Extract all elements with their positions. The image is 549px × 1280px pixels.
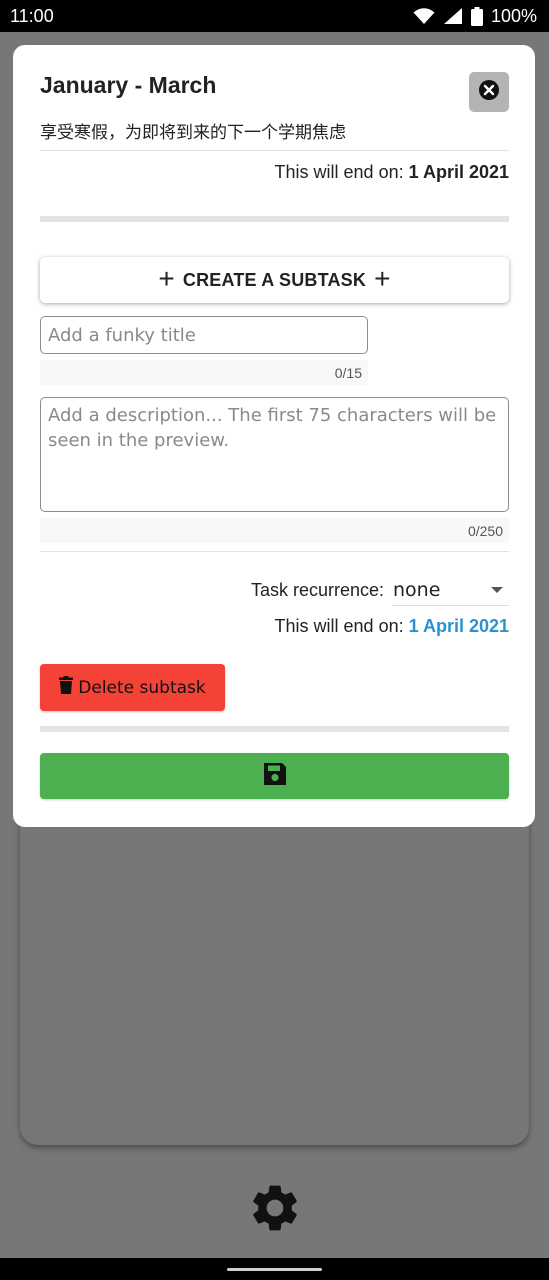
home-handle[interactable] [227,1267,322,1271]
task-end-line: This will end on: 1 April 2021 [275,162,509,183]
dialog-title: January - March [40,72,217,98]
trash-icon [59,676,74,699]
subtask-title-input[interactable] [40,316,368,354]
delete-subtask-label: Delete subtask [78,677,206,698]
task-end-date: 1 April 2021 [408,162,509,182]
section-divider [40,216,509,222]
navigation-bar [0,1258,549,1280]
recurrence-row: Task recurrence: none [251,574,509,606]
delete-subtask-button[interactable]: Delete subtask [40,664,225,711]
dialog-subtitle: 享受寒假，为即将到来的下一个学期焦虑 [40,123,346,143]
battery-icon [470,6,483,26]
bottom-bar [0,1160,549,1260]
plus-icon: + [374,262,391,294]
plus-icon: + [158,262,175,294]
floppy-disk-icon [262,761,288,792]
close-icon [478,79,500,106]
dropdown-arrow-icon [491,586,503,593]
subtask-end-date[interactable]: 1 April 2021 [409,616,509,636]
title-counter: 0/15 [40,360,368,385]
recurrence-value: none [393,578,441,601]
create-subtask-label: CREATE A SUBTASK [182,269,367,290]
status-time: 11:00 [10,5,54,26]
wifi-icon [413,7,435,25]
header-divider [40,150,509,151]
description-counter: 0/250 [40,518,509,543]
form-divider [40,551,509,552]
status-icons: 100% [413,6,537,27]
subtask-end-line: This will end on: 1 April 2021 [275,616,509,637]
recurrence-label: Task recurrence: [250,579,384,600]
task-end-label: This will end on: [274,162,404,182]
close-button[interactable] [469,72,509,112]
recurrence-select[interactable]: none [392,574,509,606]
signal-icon [443,7,463,25]
battery-level: 100% [490,5,537,26]
background-card [20,790,529,1145]
status-bar: 11:00 100% [0,0,549,32]
subtask-end-label: This will end on: [274,616,404,636]
subtask-description-input[interactable] [40,397,509,512]
save-button[interactable] [40,753,509,799]
footer-divider [40,726,509,732]
gear-icon[interactable] [247,1180,303,1241]
subtask-dialog: January - March 享受寒假，为即将到来的下一个学期焦虑 This … [13,45,535,827]
create-subtask-button[interactable]: + CREATE A SUBTASK + [40,257,509,303]
